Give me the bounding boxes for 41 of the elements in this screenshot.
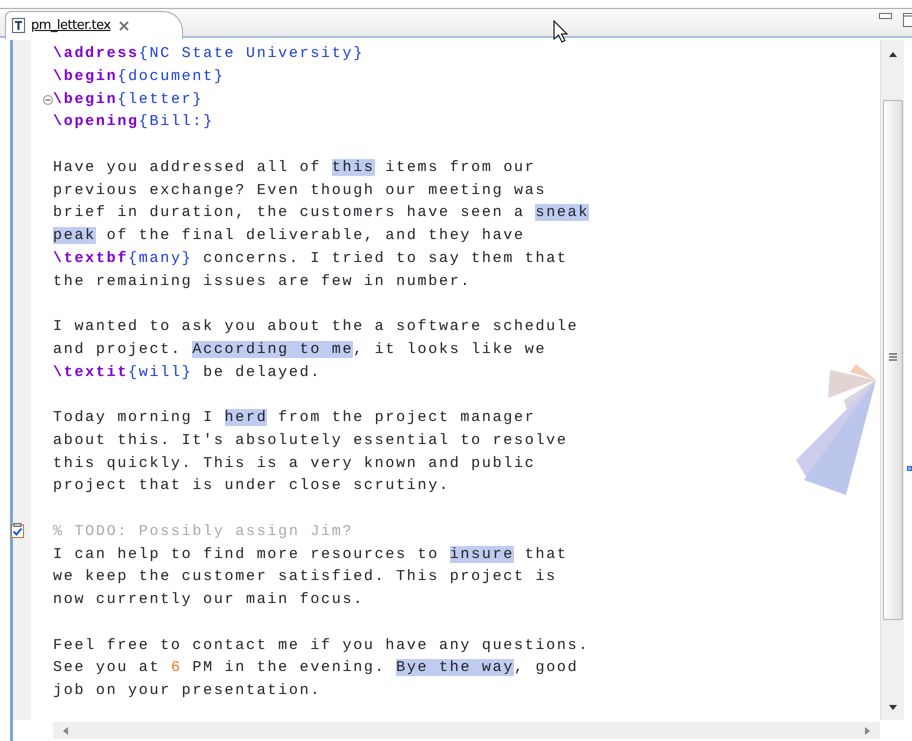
code-line: about this. It's absolutely essential to resolve	[53, 432, 568, 449]
task-icon[interactable]	[11, 522, 24, 538]
code-line: previous exchange? Even though our meeting was	[53, 182, 546, 198]
maximize-icon[interactable]	[903, 13, 912, 27]
editor-tab[interactable]: pm_letter.tex	[5, 11, 183, 39]
scroll-right-icon[interactable]	[865, 727, 870, 735]
code-line: \textbf{many} concerns. I tried to say them that	[53, 250, 568, 267]
scrollbar-thumb[interactable]	[883, 100, 903, 620]
code-line: \textit{will} be delayed.	[53, 364, 322, 380]
code-line: \opening{Bill:}	[53, 113, 214, 130]
code-line: now currently our main focus.	[53, 591, 364, 608]
scroll-down-icon[interactable]	[889, 705, 897, 710]
code-line: brief in duration, the customers have seen a sneak	[53, 204, 590, 222]
code-line: \begin{letter}	[53, 90, 204, 108]
mouse-pointer-icon	[553, 20, 569, 44]
code-line: \address{NC State University}	[53, 45, 364, 62]
code-line: project that is under close scrutiny.	[53, 477, 450, 494]
code-line: peak of the final deliverable, and they have	[53, 227, 525, 244]
code-line: this quickly. This is a very known and public	[53, 454, 536, 472]
horizontal-scrollbar[interactable]	[53, 722, 880, 739]
code-line: Have you addressed all of this items from our	[53, 158, 536, 176]
minimize-icon[interactable]	[879, 13, 892, 19]
collapse-icon[interactable]	[43, 94, 53, 104]
code-line: job on your presentation.	[53, 682, 322, 699]
code-line: Feel free to contact me if you have any questions.	[53, 636, 590, 654]
code-line: \begin{document}	[53, 68, 225, 85]
code-line: the remaining issues are few in number.	[53, 272, 472, 290]
scroll-up-icon[interactable]	[889, 52, 897, 57]
code-line: I wanted to ask you about the a software schedule	[53, 318, 578, 335]
code-line: I can help to find more resources to insure that	[53, 546, 568, 562]
close-icon[interactable]	[118, 20, 129, 30]
code-line: % TODO: Possibly assign Jim?	[53, 522, 354, 540]
grip-icon	[889, 353, 897, 362]
code-line: Today morning I herd from the project manager	[53, 409, 536, 426]
code-line: See you at 6 PM in the evening. Bye the way, good	[53, 659, 578, 676]
code-line: we keep the customer satisfied. This project is	[53, 568, 557, 586]
overview-marker-icon[interactable]	[907, 466, 912, 471]
code-line: and project. According to me, it looks like we	[53, 340, 546, 358]
vertical-scrollbar[interactable]	[880, 40, 904, 720]
tex-file-icon	[12, 18, 25, 33]
scroll-left-icon[interactable]	[63, 727, 68, 735]
